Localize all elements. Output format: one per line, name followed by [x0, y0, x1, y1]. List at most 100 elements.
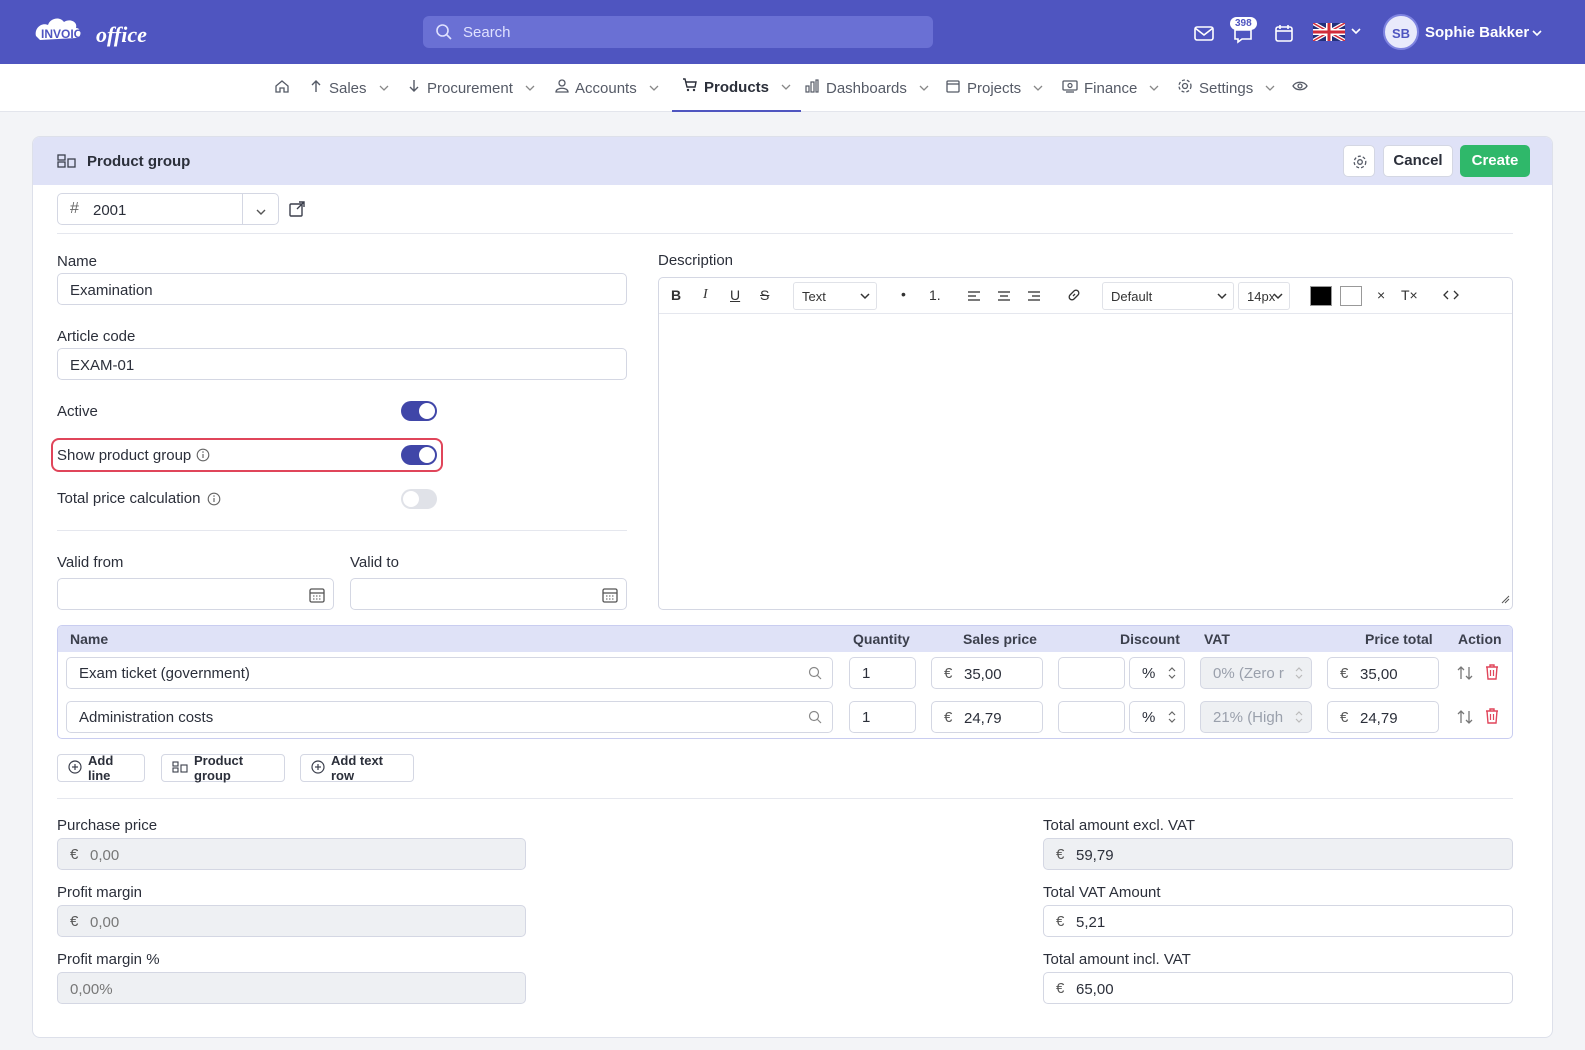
product-lines-table: Name Quantity Sales price Discount VAT P… — [57, 625, 1513, 739]
quantity-field[interactable]: 1 — [849, 657, 916, 689]
quantity-field[interactable]: 1 — [849, 701, 916, 733]
updown-icon — [1168, 710, 1176, 728]
calendar-icon[interactable] — [1273, 22, 1295, 44]
description-editor[interactable]: B I U S Text • 1. Default 14px × T× — [658, 277, 1513, 610]
nav-home[interactable] — [274, 64, 290, 112]
text-color-picker[interactable] — [1310, 286, 1332, 306]
background-color-picker[interactable] — [1340, 286, 1362, 306]
gear-icon — [1177, 78, 1193, 98]
remove-color-button[interactable]: × — [1377, 287, 1385, 303]
align-left-icon[interactable] — [967, 289, 981, 305]
underline-button[interactable]: U — [730, 287, 740, 303]
chevron-down-icon — [379, 80, 389, 97]
nav-settings[interactable]: Settings — [1177, 64, 1275, 112]
external-link-icon[interactable] — [288, 200, 306, 221]
create-button[interactable]: Create — [1460, 145, 1530, 177]
format-select[interactable]: Text — [793, 282, 877, 310]
col-discount: Discount — [1120, 631, 1180, 647]
size-select[interactable]: 14px — [1238, 282, 1290, 310]
nav-eye[interactable] — [1292, 64, 1308, 112]
cancel-button[interactable]: Cancel — [1383, 145, 1453, 177]
discount-field[interactable] — [1058, 657, 1125, 689]
strikethrough-button[interactable]: S — [760, 287, 769, 303]
price-total-field[interactable]: € 24,79 — [1327, 701, 1439, 733]
nav-accounts[interactable]: Accounts — [555, 64, 659, 112]
folder-icon — [945, 78, 961, 98]
price-total-field[interactable]: € 35,00 — [1327, 657, 1439, 689]
notification-badge: 398 — [1230, 17, 1257, 30]
bold-button[interactable]: B — [671, 287, 681, 303]
add-text-row-button[interactable]: Add text row — [300, 753, 414, 783]
link-icon[interactable] — [1067, 288, 1081, 305]
font-select[interactable]: Default — [1102, 282, 1234, 310]
invoice-office-logo[interactable]: INVOICE office — [32, 14, 182, 50]
svg-text:office: office — [96, 22, 147, 47]
nav-procurement[interactable]: Procurement — [407, 64, 535, 112]
total-price-calculation-toggle[interactable] — [401, 489, 437, 509]
total-incl-vat-field[interactable]: € 65,00 — [1043, 972, 1513, 1004]
search-icon[interactable] — [808, 710, 822, 728]
add-line-button[interactable]: Add line — [57, 753, 145, 783]
nav-dashboards[interactable]: Dashboards — [804, 64, 929, 112]
settings-button[interactable] — [1343, 145, 1375, 177]
sales-price-field[interactable]: € 35,00 — [931, 657, 1043, 689]
search-icon[interactable] — [808, 666, 822, 684]
delete-icon[interactable] — [1484, 663, 1500, 684]
nav-finance[interactable]: Finance — [1062, 64, 1159, 112]
discount-field[interactable] — [1058, 701, 1125, 733]
avatar[interactable]: SB — [1383, 14, 1419, 50]
user-name[interactable]: Sophie Bakker — [1425, 24, 1529, 41]
purchase-price-field[interactable]: € 0,00 — [57, 838, 526, 870]
discount-unit-select[interactable]: % — [1129, 701, 1185, 733]
name-field[interactable]: Examination — [57, 273, 627, 305]
profit-margin-field[interactable]: € 0,00 — [57, 905, 526, 937]
align-right-icon[interactable] — [1027, 289, 1041, 305]
line-name-field[interactable]: Administration costs — [66, 701, 833, 733]
info-icon[interactable] — [207, 492, 221, 509]
total-vat-field[interactable]: € 5,21 — [1043, 905, 1513, 937]
number-select[interactable]: # 2001 — [57, 193, 279, 225]
active-toggle[interactable] — [401, 401, 437, 421]
sales-price-value: 35,00 — [964, 666, 1002, 683]
updown-icon — [1168, 666, 1176, 684]
delete-icon[interactable] — [1484, 707, 1500, 728]
calendar-icon[interactable] — [601, 586, 619, 608]
vat-select[interactable]: 21% (High — [1200, 701, 1312, 733]
italic-button[interactable]: I — [703, 287, 708, 303]
mail-icon[interactable] — [1193, 22, 1215, 44]
valid-to-field[interactable] — [350, 578, 627, 610]
sales-price-field[interactable]: € 24,79 — [931, 701, 1043, 733]
user-chevron-down-icon[interactable] — [1531, 26, 1543, 42]
profit-margin-pct-field[interactable]: 0,00% — [57, 972, 526, 1004]
bullet-list-button[interactable]: • — [901, 286, 906, 302]
product-group-button[interactable]: Product group — [161, 753, 285, 783]
cart-icon — [682, 77, 698, 97]
align-center-icon[interactable] — [997, 289, 1011, 305]
resize-handle-icon[interactable] — [1500, 591, 1510, 607]
nav-projects[interactable]: Projects — [945, 64, 1043, 112]
nav-products-label: Products — [704, 78, 770, 96]
nav-sales[interactable]: Sales — [309, 64, 389, 112]
vat-select[interactable]: 0% (Zero r — [1200, 657, 1312, 689]
article-code-field[interactable]: EXAM-01 — [57, 348, 627, 380]
clear-formatting-button[interactable]: T× — [1401, 287, 1418, 303]
vat-value: 0% (Zero r — [1213, 665, 1284, 682]
line-name-field[interactable]: Exam ticket (government) — [66, 657, 833, 689]
search-input[interactable]: Search — [423, 16, 933, 48]
valid-from-field[interactable] — [57, 578, 334, 610]
language-chevron-down-icon[interactable] — [1350, 24, 1372, 46]
currency-symbol: € — [944, 709, 953, 726]
nav-products[interactable]: Products — [672, 64, 802, 112]
ordered-list-button[interactable]: 1. — [929, 287, 941, 303]
total-excl-vat-field[interactable]: € 59,79 — [1043, 838, 1513, 870]
divider — [57, 233, 1513, 234]
calendar-icon[interactable] — [308, 586, 326, 608]
info-icon[interactable] — [196, 448, 210, 465]
discount-unit-select[interactable]: % — [1129, 657, 1185, 689]
show-product-group-toggle[interactable] — [401, 445, 437, 465]
reorder-icon[interactable] — [1456, 664, 1474, 685]
reorder-icon[interactable] — [1456, 708, 1474, 729]
code-icon[interactable] — [1443, 288, 1459, 305]
bar-chart-icon — [804, 78, 820, 98]
uk-flag-icon[interactable] — [1312, 21, 1346, 43]
